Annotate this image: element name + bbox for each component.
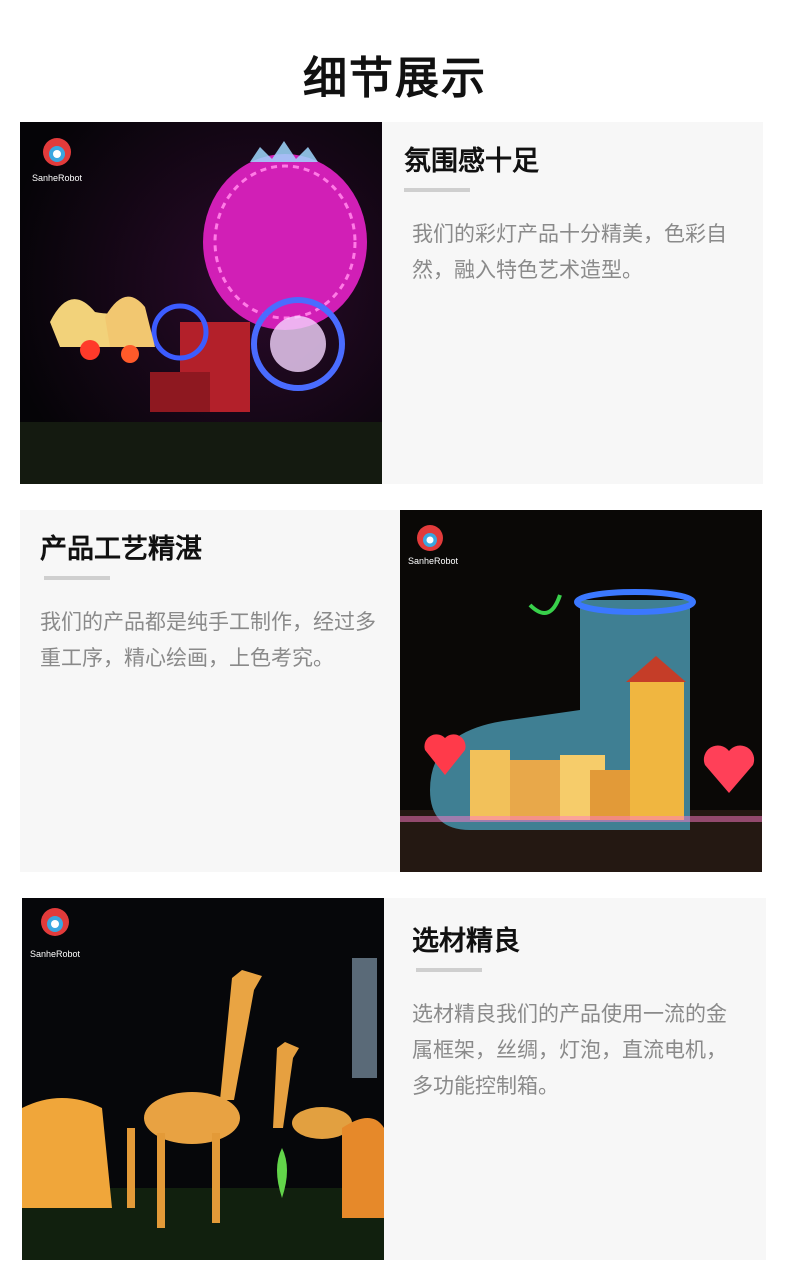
section-description: 我们的彩灯产品十分精美，色彩自然，融入特色艺术造型。 [412, 222, 727, 283]
detail-card-materials: SanheRobot 选材精良 选材精良我们的产品使用一流的金属框架，丝绸，灯泡… [22, 898, 766, 1260]
logo-text: SanheRobot [408, 556, 459, 566]
boot-house-photo: SanheRobot [400, 510, 762, 872]
section-title: 产品工艺精湛 [40, 534, 202, 565]
page-title: 细节展示 [303, 53, 487, 104]
section-description: 我们的产品都是纯手工制作，经过多重工序，精心绘画，上色考究。 [40, 610, 376, 671]
detail-card-craftsmanship: 产品工艺精湛 我们的产品都是纯手工制作，经过多重工序，精心绘画，上色考究。 Sa [20, 510, 762, 872]
logo-text: SanheRobot [30, 949, 81, 959]
title-divider [416, 968, 482, 973]
section-title: 氛围感十足 [404, 146, 539, 177]
title-divider [404, 188, 470, 193]
logo-text: SanheRobot [32, 173, 83, 183]
detail-card-atmosphere: SanheRobot 氛围感十足 我们的彩灯产品十分精美，色彩自然，融入特色艺术… [20, 122, 763, 484]
section-title: 选材精良 [412, 926, 520, 957]
pumpkin-carriage-photo: SanheRobot [20, 122, 382, 484]
giraffe-lanterns-photo: SanheRobot [22, 898, 384, 1260]
title-divider [44, 576, 110, 581]
section-description: 选材精良我们的产品使用一流的金属框架，丝绸，灯泡，直流电机，多功能控制箱。 [412, 1002, 727, 1099]
